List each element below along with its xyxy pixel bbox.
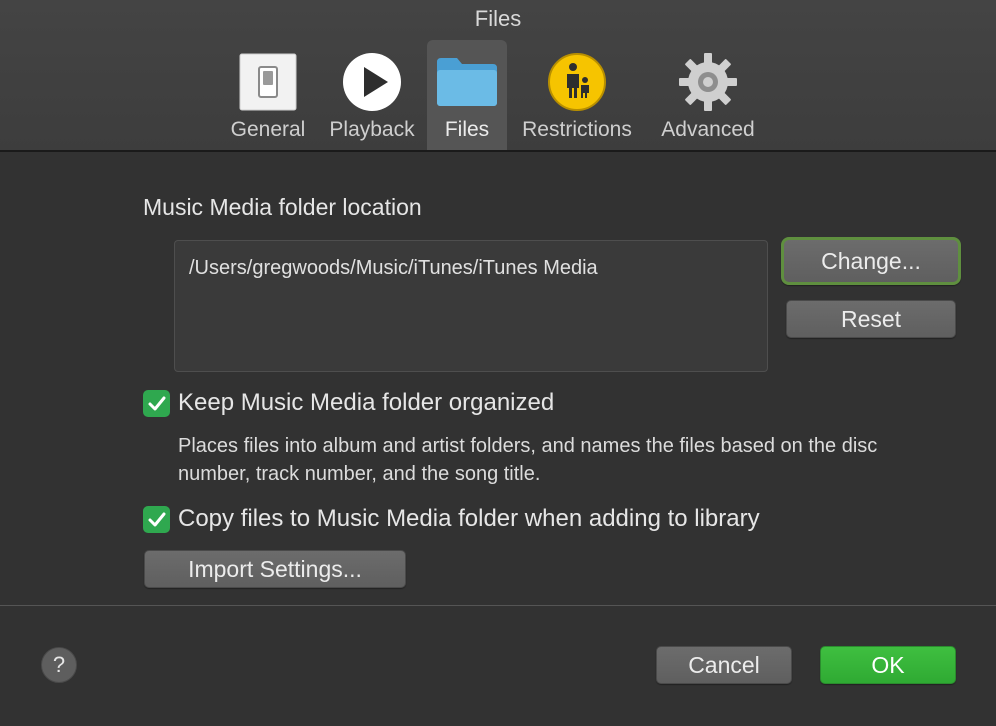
folder-icon	[435, 48, 499, 116]
copy-files-checkbox[interactable]	[143, 506, 170, 533]
folder-path-field: /Users/gregwoods/Music/iTunes/iTunes Med…	[174, 240, 768, 372]
copy-files-label[interactable]: Copy files to Music Media folder when ad…	[178, 505, 760, 533]
checkmark-icon	[148, 512, 165, 526]
tab-restrictions[interactable]: Restrictions	[512, 40, 642, 150]
tab-label-playback: Playback	[329, 118, 415, 141]
toolbar: Files General Playback Files Restriction…	[0, 0, 996, 152]
folder-path-text: /Users/gregwoods/Music/iTunes/iTunes Med…	[189, 257, 598, 279]
tab-advanced[interactable]: Advanced	[652, 40, 764, 150]
parental-controls-icon	[547, 48, 607, 116]
preferences-window: Files General Playback Files Restriction…	[0, 0, 996, 726]
window-title: Files	[474, 6, 522, 31]
tab-label-advanced: Advanced	[661, 118, 755, 141]
tab-playback[interactable]: Playback	[322, 40, 422, 150]
footer-divider	[0, 605, 996, 606]
keep-organized-label[interactable]: Keep Music Media folder organized	[178, 389, 554, 417]
tab-label-files: Files	[444, 118, 490, 141]
help-icon: ?	[52, 652, 66, 677]
tab-label-general: General	[230, 118, 306, 141]
keep-organized-checkbox[interactable]	[143, 390, 170, 417]
change-button[interactable]: Change...	[781, 237, 961, 285]
toggle-switch-icon	[239, 48, 297, 116]
reset-button[interactable]: Reset	[786, 300, 956, 338]
import-settings-button[interactable]: Import Settings...	[144, 550, 406, 588]
folder-location-heading: Music Media folder location	[143, 194, 422, 220]
help-button[interactable]: ?	[41, 647, 77, 683]
ok-button[interactable]: OK	[820, 646, 956, 684]
keep-organized-description: Places files into album and artist folde…	[178, 435, 878, 485]
gear-icon	[677, 48, 739, 116]
cancel-button[interactable]: Cancel	[656, 646, 792, 684]
tab-files[interactable]: Files	[427, 40, 507, 150]
tab-general[interactable]: General	[224, 40, 312, 150]
checkmark-icon	[148, 396, 165, 410]
play-icon	[342, 48, 402, 116]
tab-label-restrictions: Restrictions	[522, 118, 632, 141]
